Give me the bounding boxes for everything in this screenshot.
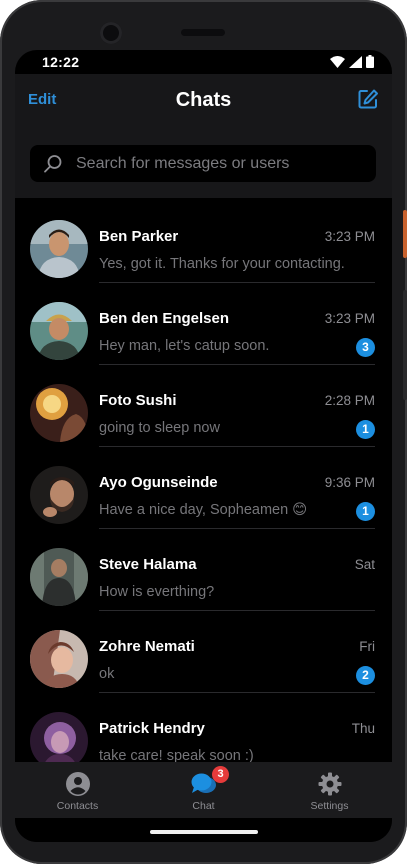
chat-preview: ok xyxy=(99,666,115,682)
chat-row[interactable]: Ayo Ogunseinde 9:36 PM Have a nice day, … xyxy=(15,444,392,529)
chat-row[interactable]: Foto Sushi 2:28 PM going to sleep now 1 xyxy=(15,362,392,447)
search-bar[interactable] xyxy=(30,145,376,182)
chat-preview: take care! speak soon :) xyxy=(99,748,254,762)
gear-icon xyxy=(318,772,341,796)
chat-preview: Have a nice day, Sopheamen 😊 xyxy=(99,502,308,518)
tab-settings[interactable]: Settings xyxy=(267,762,392,818)
front-camera xyxy=(100,22,122,44)
chat-time: Fri xyxy=(359,639,375,654)
unread-badge: 2 xyxy=(356,666,375,685)
chat-time: Sat xyxy=(354,557,375,572)
status-time: 12:22 xyxy=(42,54,80,70)
avatar xyxy=(30,220,88,278)
chat-name: Steve Halama xyxy=(99,556,197,573)
chat-preview: going to sleep now xyxy=(99,420,220,436)
tab-label: Contacts xyxy=(56,800,99,812)
search-icon xyxy=(44,155,62,173)
chat-name: Zohre Nemati xyxy=(99,638,195,655)
chat-name: Patrick Hendry xyxy=(99,720,205,737)
tab-label: Chat xyxy=(192,800,215,812)
avatar xyxy=(30,302,88,360)
avatar xyxy=(30,548,88,606)
power-button xyxy=(403,210,407,258)
header: Edit Chats xyxy=(15,74,392,198)
chat-preview: Hey man, let's catup soon. xyxy=(99,338,270,354)
chat-row[interactable]: Ben Parker 3:23 PM Yes, got it. Thanks f… xyxy=(15,198,392,283)
status-icons xyxy=(330,55,374,68)
earpiece-speaker xyxy=(181,29,225,36)
chat-row[interactable]: Steve Halama Sat How is everthing? xyxy=(15,526,392,611)
tab-bar: Contacts 3 Chat Settings xyxy=(15,762,392,818)
screen: 12:22 Edit Chats Search for messages or … xyxy=(15,50,392,842)
compose-icon xyxy=(358,89,378,109)
notification-badge: 3 xyxy=(212,766,229,783)
wifi-icon xyxy=(330,55,345,68)
avatar xyxy=(30,630,88,688)
chat-list: Ben Parker 3:23 PM Yes, got it. Thanks f… xyxy=(15,198,392,762)
chat-preview: Yes, got it. Thanks for your contacting. xyxy=(99,256,345,272)
volume-button xyxy=(403,290,407,400)
phone-frame: 12:22 Edit Chats Search for messages or … xyxy=(0,0,407,864)
home-indicator[interactable] xyxy=(150,830,258,834)
tab-contacts[interactable]: Contacts xyxy=(15,762,140,818)
unread-badge: 1 xyxy=(356,502,375,521)
tab-chat[interactable]: 3 Chat xyxy=(141,762,266,818)
chat-name: Ben Parker xyxy=(99,228,179,245)
cellular-signal-icon xyxy=(349,55,362,68)
chat-time: 3:23 PM xyxy=(324,229,375,244)
compose-button[interactable] xyxy=(357,88,379,110)
chat-row[interactable]: Ben den Engelsen 3:23 PM Hey man, let's … xyxy=(15,280,392,365)
person-circle-icon xyxy=(65,772,90,796)
search-input[interactable] xyxy=(76,145,366,182)
home-area xyxy=(15,818,392,842)
page-title: Chats xyxy=(175,89,232,111)
chat-row[interactable]: Patrick Hendry Thu take care! speak soon… xyxy=(15,690,392,762)
tab-label: Settings xyxy=(310,800,349,812)
chat-name: Ayo Ogunseinde xyxy=(99,474,218,491)
chat-time: 3:23 PM xyxy=(324,311,375,326)
chat-time: 2:28 PM xyxy=(324,393,375,408)
unread-badge: 1 xyxy=(356,420,375,439)
avatar xyxy=(30,712,88,762)
avatar xyxy=(30,466,88,524)
chat-name: Foto Sushi xyxy=(99,392,177,409)
avatar xyxy=(30,384,88,442)
chat-time: Thu xyxy=(351,721,375,736)
chat-preview: How is everthing? xyxy=(99,584,215,600)
chat-row[interactable]: Zohre Nemati Fri ok 2 xyxy=(15,608,392,693)
chat-name: Ben den Engelsen xyxy=(99,310,230,327)
status-bar: 12:22 xyxy=(15,50,392,74)
battery-icon xyxy=(366,55,374,68)
chat-time: 9:36 PM xyxy=(324,475,375,490)
unread-badge: 3 xyxy=(356,338,375,357)
